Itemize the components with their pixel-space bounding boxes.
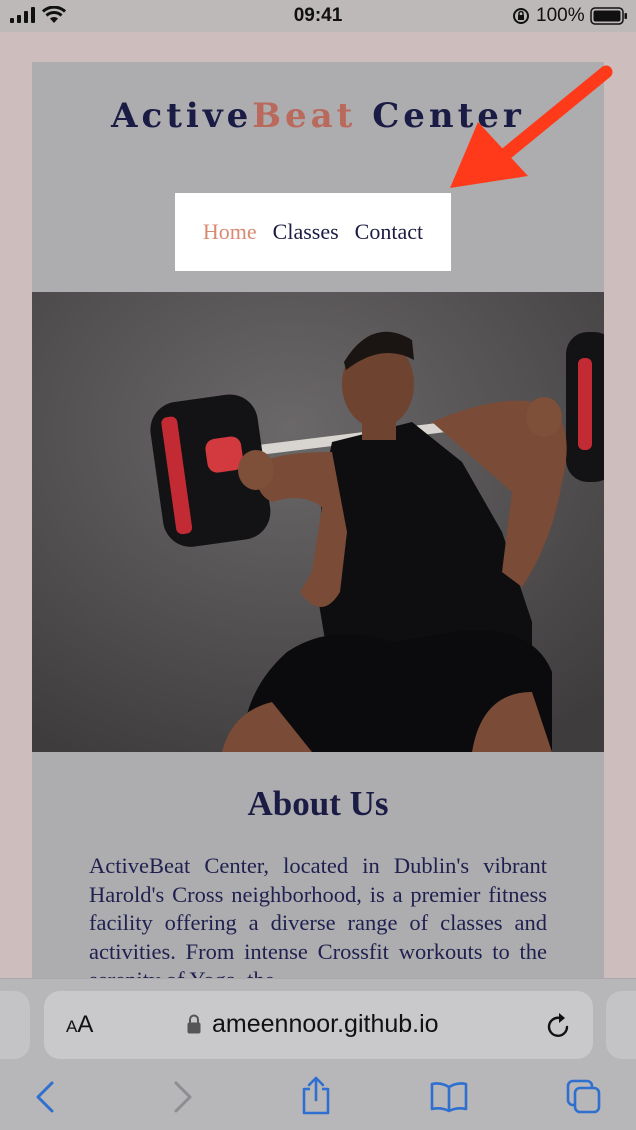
tabs-icon[interactable] bbox=[566, 1079, 602, 1115]
next-tab-peek[interactable] bbox=[606, 991, 636, 1059]
lock-icon bbox=[187, 1014, 201, 1034]
hero-photo-athlete bbox=[32, 292, 604, 752]
hero-image bbox=[32, 292, 604, 752]
share-icon[interactable] bbox=[300, 1075, 332, 1115]
url-text[interactable]: ameennoor.github.io bbox=[212, 1010, 439, 1039]
about-paragraph: ActiveBeat Center, located in Dublin's v… bbox=[89, 853, 547, 992]
page-settings-button[interactable]: AA bbox=[66, 1011, 93, 1039]
battery-icon bbox=[590, 7, 627, 25]
forward-icon[interactable] bbox=[172, 1079, 194, 1115]
reload-icon[interactable] bbox=[546, 1011, 572, 1039]
back-icon[interactable] bbox=[34, 1079, 56, 1115]
about-heading: About Us bbox=[247, 784, 389, 823]
battery-percentage: 100% bbox=[536, 5, 585, 26]
address-bar[interactable]: AA ameennoor.github.io bbox=[44, 991, 593, 1059]
previous-tab-peek[interactable] bbox=[0, 991, 30, 1059]
nav-link-home[interactable]: Home bbox=[203, 219, 257, 245]
browser-bottom-bar: AA ameennoor.github.io bbox=[0, 978, 636, 1130]
nav-link-contact[interactable]: Contact bbox=[355, 219, 423, 245]
status-bar: 09:41 100% bbox=[0, 0, 636, 32]
site-title-accent: Beat bbox=[252, 96, 357, 136]
bookmarks-icon[interactable] bbox=[430, 1081, 468, 1113]
nav-link-classes[interactable]: Classes bbox=[273, 219, 339, 245]
orientation-lock-icon bbox=[513, 8, 529, 24]
annotation-arrow bbox=[450, 65, 613, 188]
main-navigation: Home Classes Contact bbox=[175, 193, 451, 271]
site-title-part-1: Active bbox=[111, 96, 253, 136]
